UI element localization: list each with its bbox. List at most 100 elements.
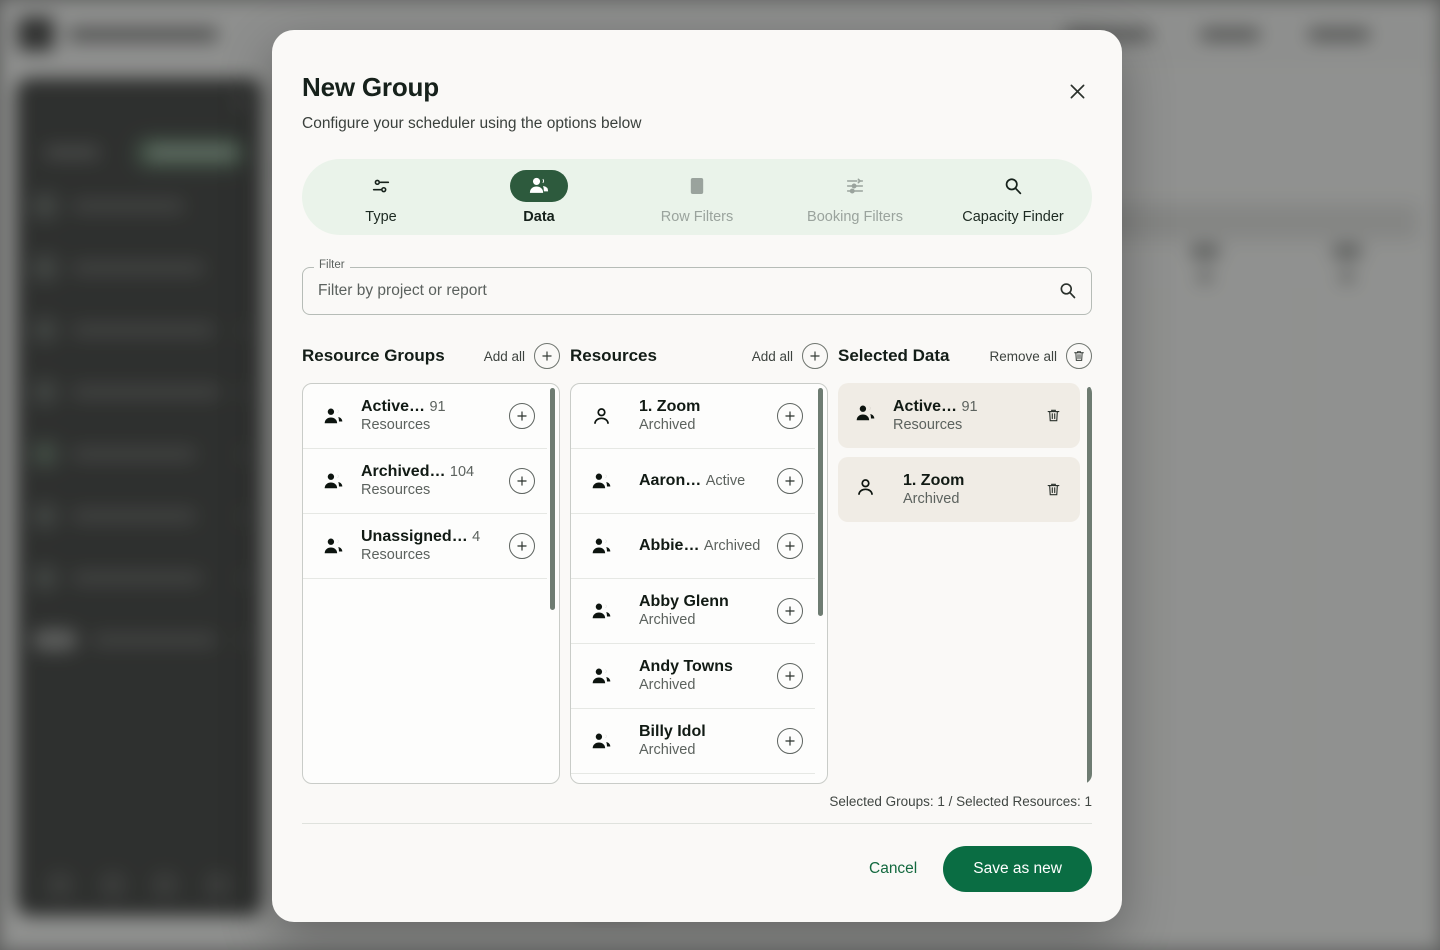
plus-circle-icon[interactable] — [509, 468, 535, 494]
list-item[interactable]: Abby Glenn Archived — [571, 579, 815, 644]
resources-header: Resources Add all — [570, 339, 828, 373]
selected-item[interactable]: Active… 91 Resources — [838, 383, 1080, 448]
list-item[interactable]: Active… 91 Resources — [303, 384, 547, 449]
remove-all-label: Remove all — [989, 348, 1057, 364]
resources-list[interactable]: 1. Zoom Archived Aaron… Active Abbie… Ar… — [570, 383, 828, 784]
column-resources: Resources Add all 1. Zoom Archived Aaron… — [570, 339, 828, 784]
person-icon — [854, 476, 877, 504]
people-icon — [589, 599, 613, 623]
list-item-name: Abby Glenn — [639, 593, 729, 610]
sliders-horizontal-icon — [352, 170, 410, 202]
list-item-name: Active… — [361, 398, 426, 415]
list-item-name: Billy Idol — [639, 723, 706, 740]
list-item[interactable]: Andy Towns Archived — [571, 644, 815, 709]
list-item-name: Andy Towns — [639, 658, 733, 675]
close-button[interactable] — [1060, 74, 1094, 108]
tab-type-label: Type — [365, 208, 397, 225]
tab-capacity-finder-label: Capacity Finder — [962, 208, 1064, 225]
selected-data-remove-all[interactable]: Remove all — [989, 343, 1092, 369]
list-item-sub: Archived — [703, 538, 761, 554]
list-item[interactable]: 1. Zoom Archived — [571, 384, 815, 449]
resource-groups-header: Resource Groups Add all — [302, 339, 560, 373]
tab-data[interactable]: Data — [460, 159, 618, 235]
selected-item-name: Active… — [893, 397, 958, 415]
list-item-name: Archived… — [361, 463, 446, 480]
resource-groups-list[interactable]: Active… 91 Resources Archived… 104 Resou… — [302, 383, 560, 784]
plus-circle-icon[interactable] — [534, 343, 560, 369]
resource-groups-add-all[interactable]: Add all — [484, 343, 560, 369]
rows-icon — [668, 170, 726, 202]
plus-circle-icon[interactable] — [509, 533, 535, 559]
close-icon — [1070, 84, 1084, 98]
plus-circle-icon[interactable] — [509, 403, 535, 429]
list-item[interactable]: Aaron… Active — [571, 449, 815, 514]
trash-icon[interactable] — [1066, 343, 1092, 369]
filter-legend: Filter — [314, 259, 350, 271]
list-item-sub: Archived — [639, 417, 696, 433]
save-as-new-button[interactable]: Save as new — [943, 846, 1092, 892]
people-icon — [321, 469, 345, 493]
cancel-button[interactable]: Cancel — [851, 848, 935, 890]
filter-field-wrapper: Filter — [302, 259, 1092, 315]
person-icon — [589, 404, 613, 428]
tab-row-filters[interactable]: Row Filters — [618, 159, 776, 235]
tab-booking-filters[interactable]: Booking Filters — [776, 159, 934, 235]
selected-item[interactable]: 1. Zoom Archived — [838, 457, 1080, 522]
plus-circle-icon[interactable] — [777, 468, 803, 494]
plus-circle-icon[interactable] — [777, 403, 803, 429]
plus-circle-icon[interactable] — [802, 343, 828, 369]
list-item-sub: Archived — [639, 612, 696, 628]
resources-title: Resources — [570, 346, 657, 365]
modal-subtitle: Configure your scheduler using the optio… — [302, 115, 642, 132]
plus-circle-icon[interactable] — [777, 728, 803, 754]
data-picker-columns: Resource Groups Add all Active… 91 Resou… — [302, 339, 1092, 784]
page-title: New Group — [302, 72, 439, 102]
list-item[interactable]: Unassigned… 4 Resources — [303, 514, 547, 579]
search-icon — [984, 170, 1042, 202]
scrollbar-selected-data[interactable] — [1087, 387, 1092, 784]
column-selected-data: Selected Data Remove all Active… 91 Reso… — [838, 339, 1092, 784]
resource-groups-title: Resource Groups — [302, 346, 445, 365]
plus-circle-icon[interactable] — [777, 598, 803, 624]
scrollbar-resources[interactable] — [818, 388, 823, 783]
search-input[interactable] — [302, 267, 1092, 315]
add-all-label: Add all — [751, 348, 793, 364]
modal-footer: Cancel Save as new — [302, 823, 1092, 922]
people-icon — [589, 469, 613, 493]
new-group-modal: New Group Configure your scheduler using… — [272, 30, 1122, 922]
list-item-sub: Active — [705, 473, 746, 489]
selected-item-name: 1. Zoom — [903, 471, 965, 489]
filter-sliders-icon — [826, 170, 884, 202]
plus-circle-icon[interactable] — [777, 533, 803, 559]
list-item-sub: Archived — [639, 677, 696, 693]
list-item[interactable]: Archived… 104 Resources — [303, 449, 547, 514]
people-icon — [589, 534, 613, 558]
scrollbar-resource-groups[interactable] — [550, 388, 555, 783]
list-item[interactable]: Bob Martin Archived — [571, 774, 815, 783]
selection-summary: Selected Groups: 1 / Selected Resources:… — [829, 794, 1092, 809]
modal-header: New Group Configure your scheduler using… — [272, 30, 1122, 133]
list-item[interactable]: Abbie… Archived — [571, 514, 815, 579]
people-icon — [321, 404, 345, 428]
selected-data-header: Selected Data Remove all — [838, 339, 1092, 373]
list-item-name: Aaron… — [639, 472, 702, 489]
add-all-label: Add all — [483, 348, 525, 364]
tab-data-label: Data — [523, 208, 555, 225]
trash-icon[interactable] — [1040, 403, 1066, 429]
people-icon — [854, 402, 877, 430]
tab-capacity-finder[interactable]: Capacity Finder — [934, 159, 1092, 235]
resources-add-all[interactable]: Add all — [752, 343, 828, 369]
trash-icon[interactable] — [1040, 477, 1066, 503]
search-icon — [1060, 283, 1076, 299]
list-item-name: 1. Zoom — [639, 398, 701, 415]
selected-data-list[interactable]: Active… 91 Resources 1. Zoom Archived — [838, 383, 1092, 784]
people-icon — [510, 169, 568, 202]
tab-row-filters-label: Row Filters — [660, 208, 734, 225]
list-item[interactable]: Billy Idol Archived — [571, 709, 815, 774]
wizard-step-tabs: Type Data Row Filters Booking Filters Ca… — [302, 159, 1092, 235]
plus-circle-icon[interactable] — [777, 663, 803, 689]
tab-type[interactable]: Type — [302, 159, 460, 235]
tab-booking-filters-label: Booking Filters — [807, 208, 903, 225]
selected-data-title: Selected Data — [838, 346, 950, 365]
list-item-sub: Archived — [639, 742, 696, 758]
